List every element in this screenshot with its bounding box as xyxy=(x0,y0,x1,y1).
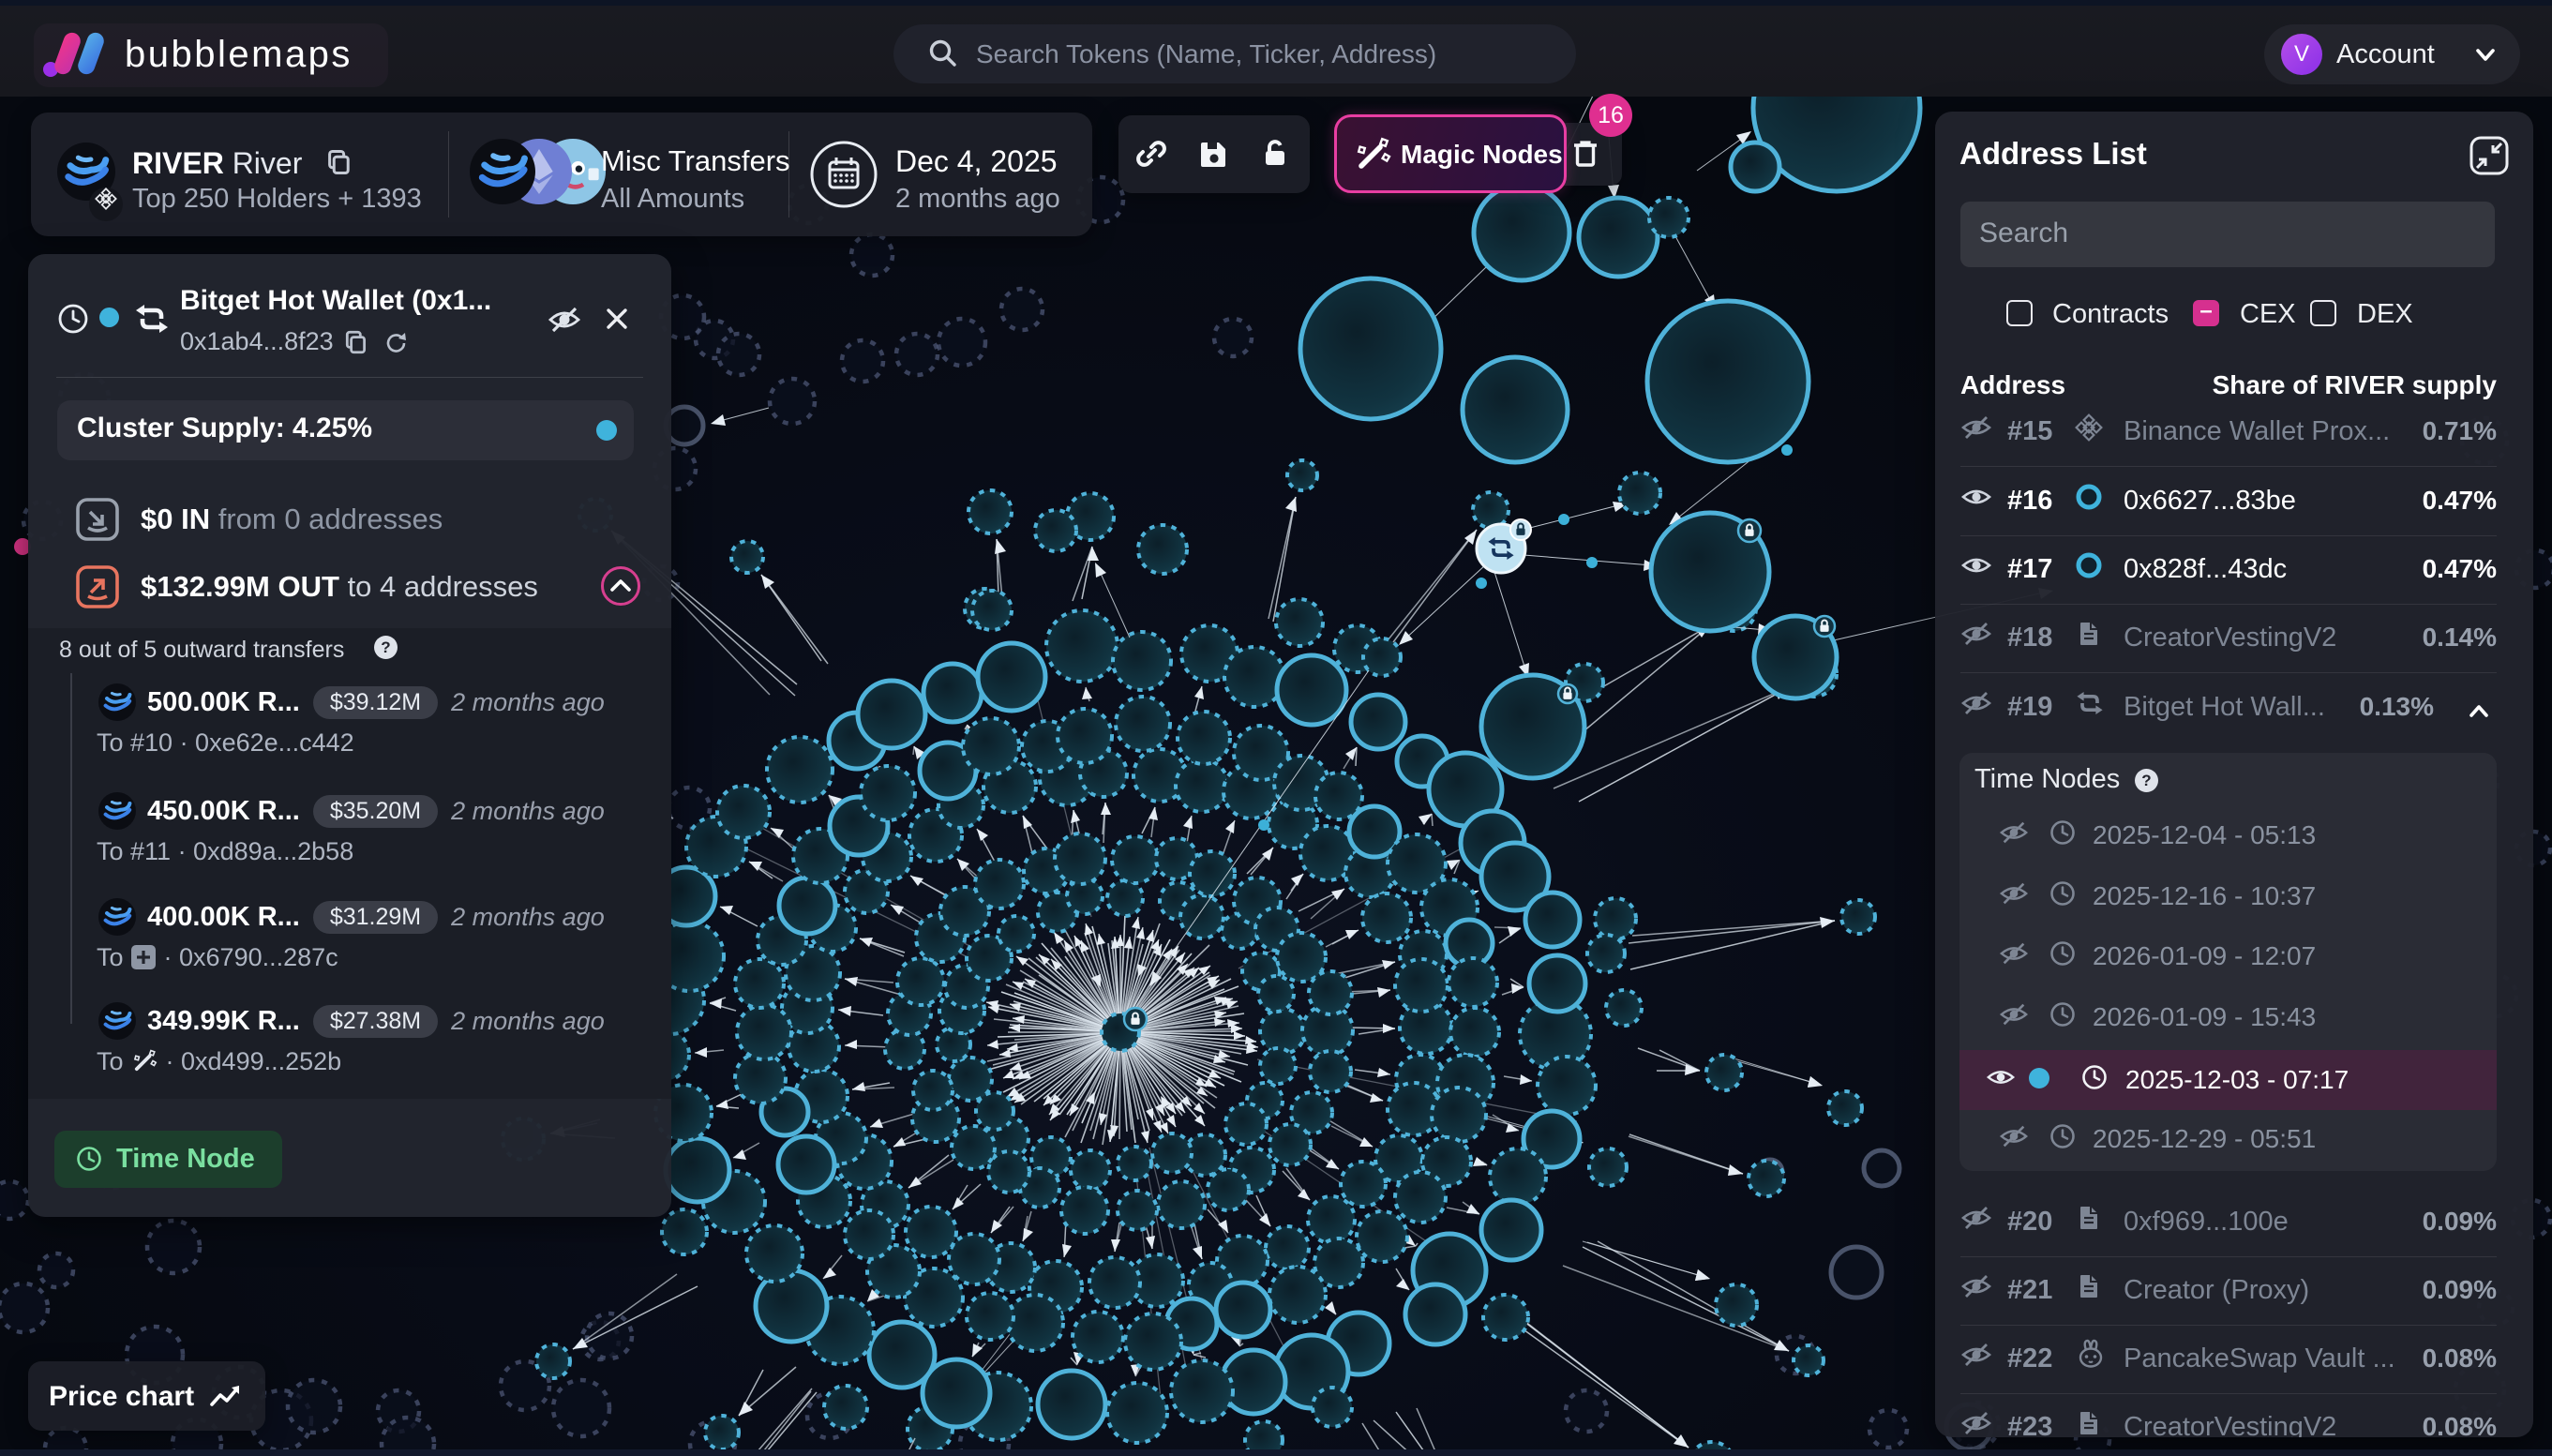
svg-text:?: ? xyxy=(381,638,390,656)
svg-text:?: ? xyxy=(2141,772,2151,789)
